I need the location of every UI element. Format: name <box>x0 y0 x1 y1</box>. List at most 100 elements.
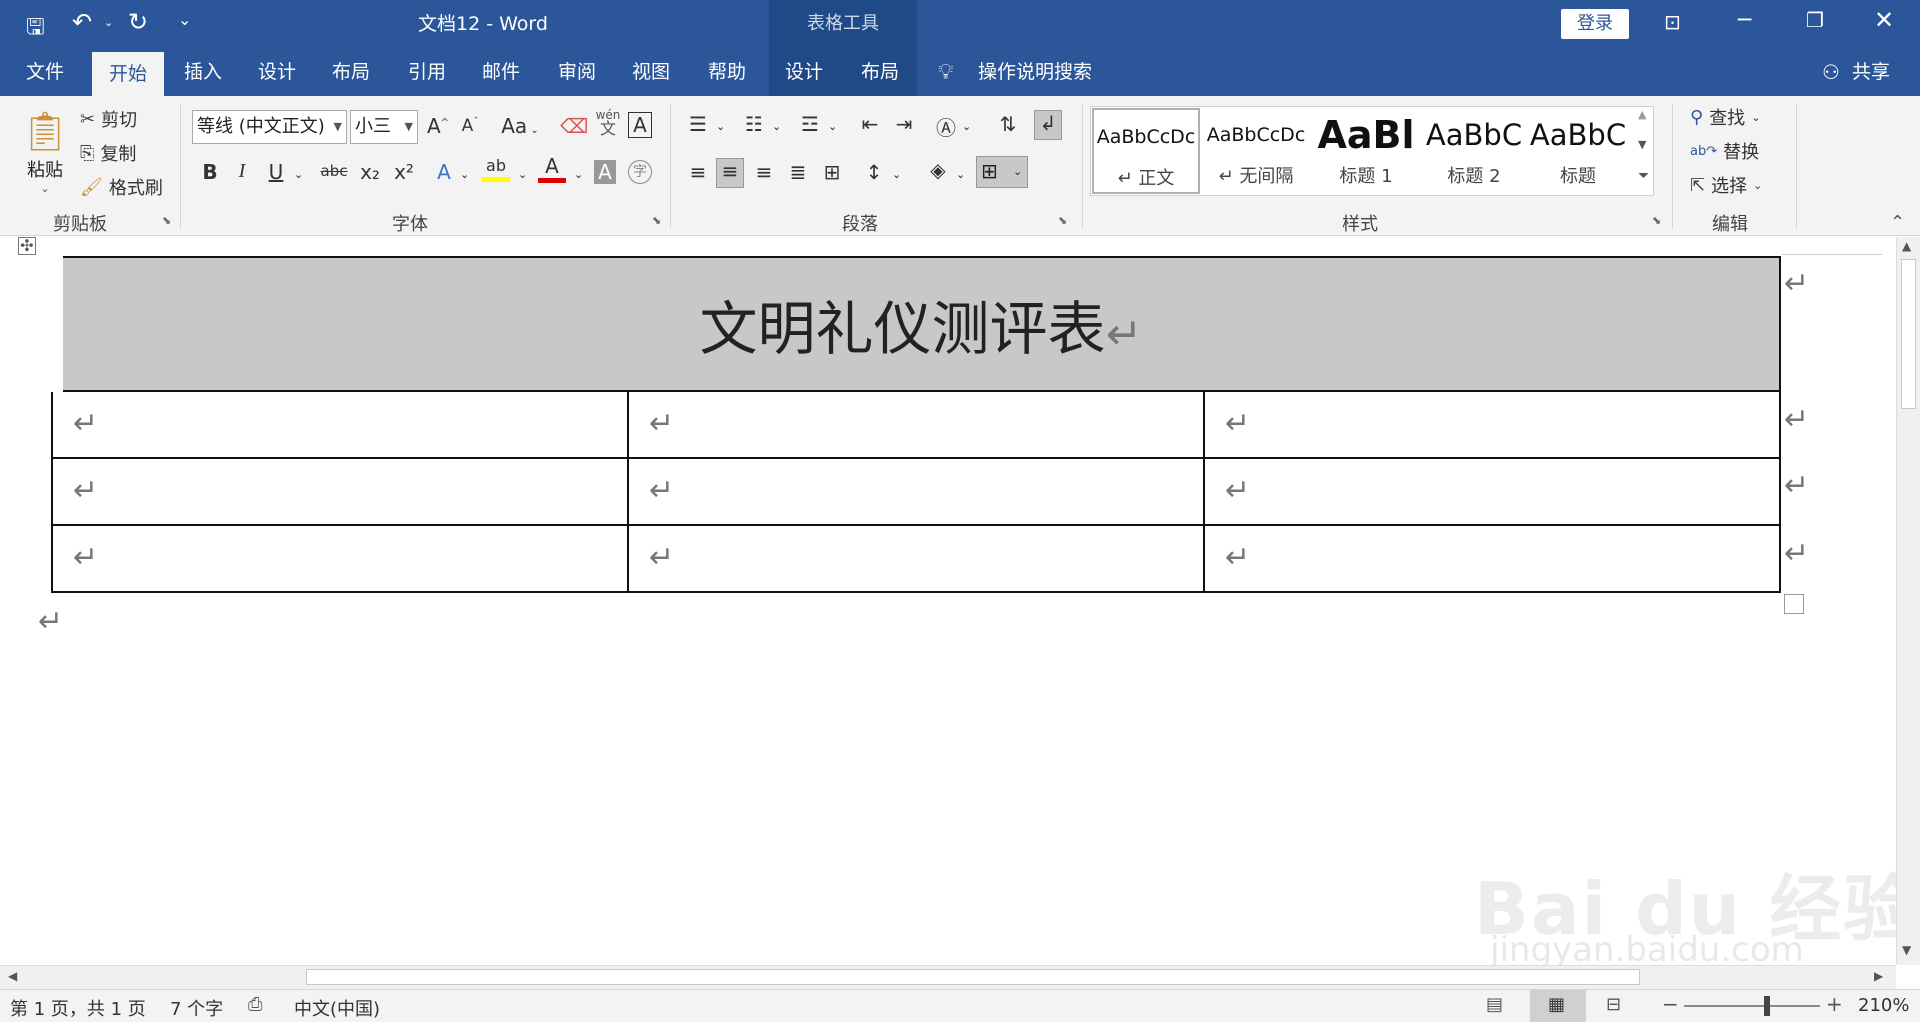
login-button[interactable]: 登录 <box>1561 9 1629 39</box>
vertical-scroll-thumb[interactable] <box>1901 259 1916 409</box>
select-button[interactable]: ⇱ 选择 ⌄ <box>1690 172 1762 198</box>
vertical-scrollbar[interactable]: ▲ ▼ <box>1896 237 1920 965</box>
tab-table-design[interactable]: 设计 <box>769 48 839 96</box>
align-right-icon[interactable]: ≡ <box>750 160 778 184</box>
bullets-icon[interactable]: ☰ <box>684 112 712 136</box>
customize-quick-access-icon[interactable]: ⌄ <box>178 10 191 29</box>
clear-formatting-icon[interactable]: ⌫ <box>560 114 588 138</box>
zoom-slider[interactable] <box>1684 1005 1820 1007</box>
change-case-button[interactable]: Aa ⌄ <box>498 114 542 138</box>
print-layout-button[interactable]: ▦ <box>1530 990 1586 1022</box>
strikethrough-button[interactable]: abc <box>314 162 354 180</box>
show-formatting-marks-icon[interactable]: ↲ <box>1034 110 1062 140</box>
share-button[interactable]: 共享 <box>1852 48 1890 96</box>
scroll-right-icon[interactable]: ▶ <box>1874 969 1883 983</box>
underline-button[interactable]: U <box>262 160 290 184</box>
chevron-down-icon[interactable]: ⌄ <box>892 168 901 181</box>
cut-button[interactable]: ✂ 剪切 <box>80 106 137 132</box>
italic-button[interactable]: I <box>228 160 256 183</box>
tab-insert[interactable]: 插入 <box>168 48 238 96</box>
tell-me-search[interactable]: 操作说明搜索 <box>978 48 1092 96</box>
table-title-cell[interactable]: 文明礼仪测评表↵ <box>41 256 1781 392</box>
font-name-combo[interactable]: 等线 (中文正文) ▼ <box>192 110 347 144</box>
table-cell[interactable]: ↵ <box>51 524 629 593</box>
dialog-launcher-icon[interactable]: ⬊ <box>652 214 661 227</box>
borders-button[interactable]: ⊞ ⌄ <box>976 156 1028 188</box>
save-icon[interactable]: 🖫 <box>26 10 45 48</box>
tab-review[interactable]: 审阅 <box>542 48 612 96</box>
table-cell[interactable]: ↵ <box>1202 457 1782 526</box>
character-border-icon[interactable]: A <box>628 112 652 138</box>
undo-icon[interactable]: ↶ <box>72 8 92 36</box>
gallery-more-icon[interactable]: ⏷ <box>1638 168 1649 184</box>
zoom-in-icon[interactable]: + <box>1826 992 1843 1016</box>
numbering-icon[interactable]: ☷ <box>740 112 768 136</box>
chevron-down-icon[interactable]: ⌄ <box>716 120 725 133</box>
tab-layout[interactable]: 布局 <box>316 48 386 96</box>
grow-font-icon[interactable]: A^ <box>424 114 452 138</box>
chevron-down-icon[interactable]: ⌄ <box>962 120 971 133</box>
minimize-icon[interactable]: ─ <box>1738 8 1751 33</box>
scroll-left-icon[interactable]: ◀ <box>8 969 17 983</box>
page-count[interactable]: 第 1 页，共 1 页 <box>10 995 146 1021</box>
table-move-handle-icon[interactable]: ✣ <box>18 237 36 255</box>
font-color-icon[interactable]: A <box>538 154 566 183</box>
zoom-level[interactable]: 210% <box>1858 995 1909 1016</box>
subscript-button[interactable]: x₂ <box>356 160 384 184</box>
table-cell[interactable]: ↵ <box>1202 524 1782 593</box>
style-no-spacing[interactable]: AaBbCcDc ↵ 无间隔 <box>1202 108 1310 194</box>
tab-view[interactable]: 视图 <box>616 48 686 96</box>
multilevel-list-icon[interactable]: ☲ <box>796 112 824 136</box>
close-icon[interactable]: ✕ <box>1874 6 1894 34</box>
table-cell[interactable]: ↵ <box>51 390 629 459</box>
style-heading-2[interactable]: AaBbC 标题 2 <box>1420 108 1528 194</box>
find-button[interactable]: ⚲ 查找 ⌄ <box>1690 104 1760 130</box>
tab-mailings[interactable]: 邮件 <box>466 48 536 96</box>
scroll-down-icon[interactable]: ▼ <box>1902 943 1911 957</box>
chevron-down-icon[interactable]: ⌄ <box>956 168 965 181</box>
chevron-down-icon[interactable]: ⌄ <box>294 168 303 181</box>
enclose-characters-icon[interactable]: 字 <box>628 160 652 184</box>
asian-layout-icon[interactable]: Ⓐ <box>932 112 960 141</box>
word-count[interactable]: 7 个字 <box>170 995 223 1021</box>
redo-icon[interactable]: ↻ <box>128 8 148 36</box>
align-left-icon[interactable]: ≡ <box>684 160 712 184</box>
character-shading-icon[interactable]: A <box>594 160 616 184</box>
align-center-icon[interactable]: ≡ <box>716 158 744 188</box>
gallery-down-icon[interactable]: ▼ <box>1638 138 1646 151</box>
language-indicator[interactable]: 中文(中国) <box>294 995 380 1021</box>
tab-design[interactable]: 设计 <box>242 48 312 96</box>
format-painter-button[interactable]: 🖌︎ 格式刷 <box>80 174 163 200</box>
tab-file[interactable]: 文件 <box>10 48 80 96</box>
shading-bucket-icon[interactable]: ◈ <box>924 158 952 182</box>
font-size-combo[interactable]: 小三 ▼ <box>350 110 418 144</box>
shrink-font-icon[interactable]: Aˇ <box>456 116 484 136</box>
tab-help[interactable]: 帮助 <box>692 48 762 96</box>
horizontal-scroll-thumb[interactable] <box>306 969 1640 985</box>
ribbon-display-options-icon[interactable]: ⊡ <box>1664 10 1681 34</box>
scroll-up-icon[interactable]: ▲ <box>1902 239 1911 253</box>
dialog-launcher-icon[interactable]: ⬊ <box>1652 214 1661 227</box>
table-cell[interactable]: ↵ <box>626 524 1205 593</box>
style-title[interactable]: AaBbC 标题 <box>1526 108 1630 194</box>
highlight-color-icon[interactable]: ab <box>482 156 510 182</box>
chevron-down-icon[interactable]: ⌄ <box>574 168 583 181</box>
bold-button[interactable]: B <box>196 160 224 184</box>
tab-home[interactable]: 开始 <box>92 52 164 96</box>
table-resize-handle[interactable] <box>1784 594 1804 614</box>
evaluation-table[interactable]: 文明礼仪测评表↵ ↵ ↵ ↵ ↵ ↵ ↵ ↵ ↵ ↵ <box>41 256 1782 593</box>
increase-indent-icon[interactable]: ⇥ <box>890 112 918 136</box>
paste-button[interactable]: 📋︎ 粘贴 ⌄ <box>20 106 70 195</box>
horizontal-scrollbar[interactable]: ◀ ▶ <box>0 965 1896 989</box>
tab-table-layout[interactable]: 布局 <box>845 48 915 96</box>
table-cell[interactable]: ↵ <box>1202 390 1782 459</box>
style-normal[interactable]: AaBbCcDc ↵ 正文 <box>1092 108 1200 194</box>
chevron-down-icon[interactable]: ⌄ <box>518 168 527 181</box>
zoom-out-icon[interactable]: − <box>1662 992 1679 1016</box>
read-mode-icon[interactable]: ▤ <box>1486 994 1503 1015</box>
distributed-icon[interactable]: ⊞ <box>818 160 846 184</box>
chevron-down-icon[interactable]: ⌄ <box>772 120 781 133</box>
undo-dropdown-icon[interactable]: ⌄ <box>104 16 113 29</box>
tab-references[interactable]: 引用 <box>392 48 462 96</box>
superscript-button[interactable]: x² <box>390 160 418 184</box>
